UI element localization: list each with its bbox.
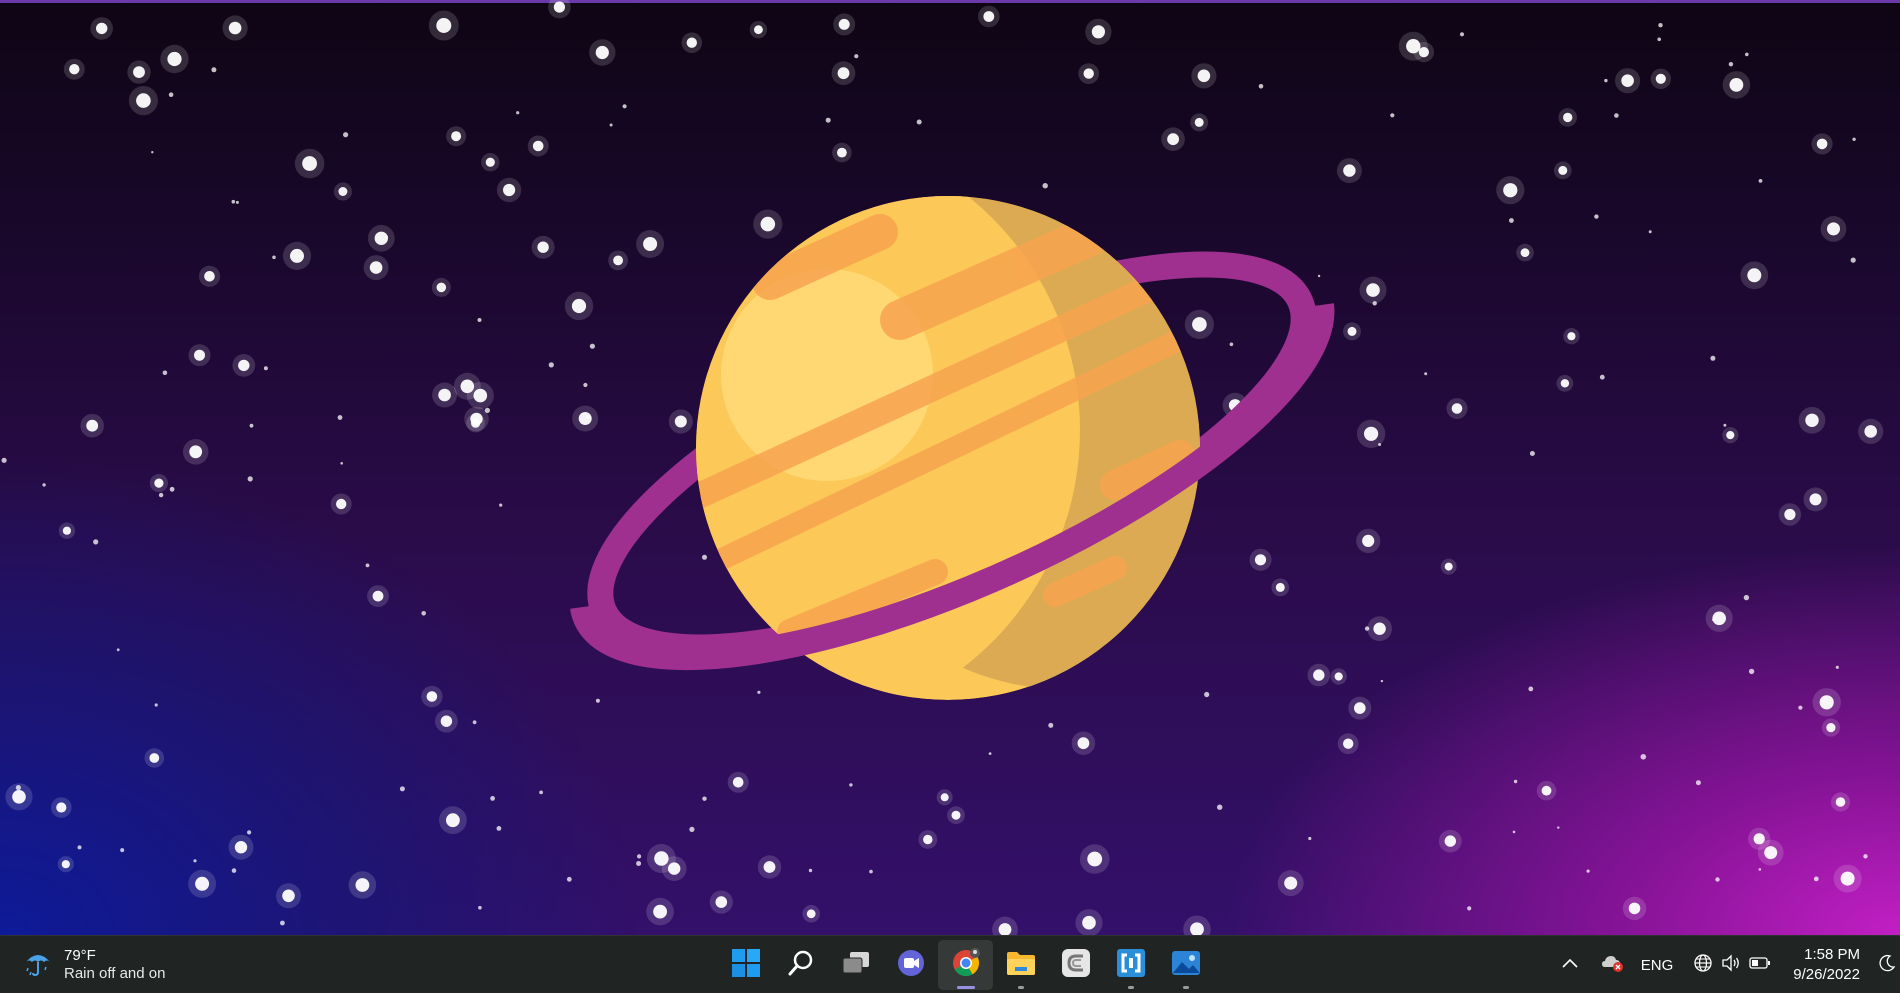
task-view-icon xyxy=(841,950,871,981)
running-indicator xyxy=(1127,986,1134,989)
umbrella-rain-icon xyxy=(22,946,54,983)
moon-icon xyxy=(1878,954,1896,977)
bracket-app-icon xyxy=(1116,948,1146,983)
active-indicator xyxy=(956,986,975,989)
planet-saturn-illustration xyxy=(570,196,1335,700)
clock-time: 1:58 PM xyxy=(1804,946,1860,963)
taskbar: 79°F Rain off and on ENG 1:58 PM 9/26/20… xyxy=(0,935,1900,993)
weather-condition: Rain off and on xyxy=(64,964,166,982)
photos-icon xyxy=(1171,948,1201,983)
search-button[interactable] xyxy=(773,940,828,990)
search-icon xyxy=(787,949,815,982)
cloud-error-icon xyxy=(1601,953,1625,978)
input-language-indicator[interactable]: ENG xyxy=(1641,957,1674,974)
system-tray: ENG 1:58 PM 9/26/2022 xyxy=(1555,936,1900,993)
chrome-icon xyxy=(951,947,981,983)
teams-chat-icon xyxy=(896,948,926,983)
clock-date: 9/26/2022 xyxy=(1793,966,1860,983)
start-button[interactable] xyxy=(718,940,773,990)
bracket-app-button[interactable] xyxy=(1103,940,1158,990)
globe-network-icon xyxy=(1693,953,1713,978)
taskbar-apps xyxy=(718,936,1213,993)
battery-icon xyxy=(1749,956,1771,975)
cyberlink-button[interactable] xyxy=(1048,940,1103,990)
clock-button[interactable]: 1:58 PM 9/26/2022 xyxy=(1793,945,1860,985)
focus-assist-button[interactable] xyxy=(1872,945,1900,985)
chrome-taskbar-button[interactable] xyxy=(938,940,993,990)
task-view-button[interactable] xyxy=(828,940,883,990)
file-explorer-button[interactable] xyxy=(993,940,1048,990)
network-volume-battery-button[interactable] xyxy=(1687,945,1777,985)
photos-button[interactable] xyxy=(1158,940,1213,990)
folder-icon xyxy=(1005,949,1037,982)
chevron-up-icon xyxy=(1561,956,1579,974)
weather-widget[interactable]: 79°F Rain off and on xyxy=(22,946,165,983)
windows-start-icon xyxy=(731,948,761,983)
show-hidden-icons-button[interactable] xyxy=(1555,945,1585,985)
running-indicator xyxy=(1182,986,1189,989)
onedrive-tray-button[interactable] xyxy=(1595,945,1631,985)
cyberlink-icon xyxy=(1061,948,1091,983)
weather-temperature: 79°F xyxy=(64,946,96,964)
running-indicator xyxy=(1017,986,1024,989)
chat-button[interactable] xyxy=(883,940,938,990)
volume-icon xyxy=(1721,953,1741,978)
desktop-wallpaper xyxy=(0,0,1900,935)
